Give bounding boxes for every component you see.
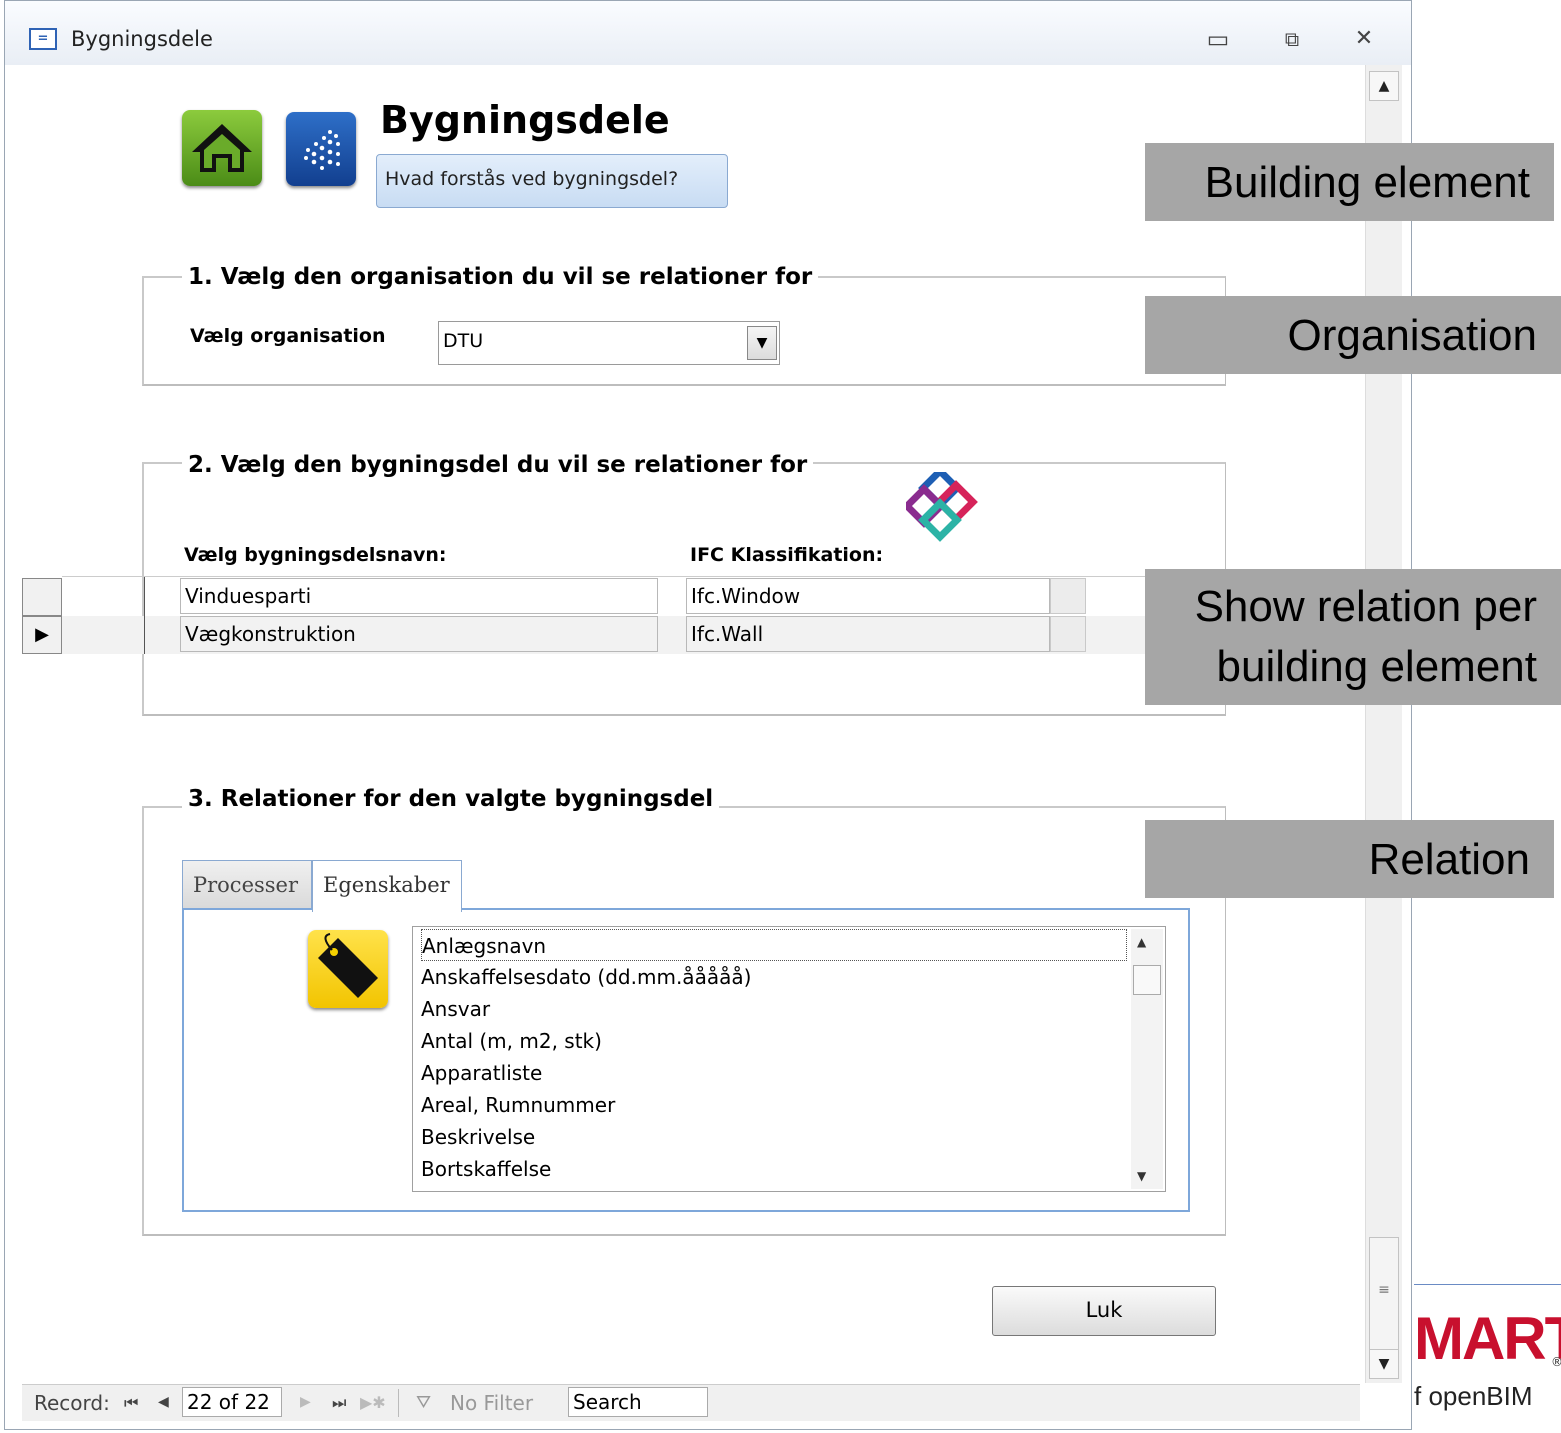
first-record-icon[interactable]: ⏮ <box>124 1393 138 1413</box>
price-tag-glyph-icon <box>318 933 378 998</box>
organisation-combobox[interactable]: DTU ▼ <box>438 321 780 365</box>
tab-egenskaber[interactable]: Egenskaber <box>312 860 462 912</box>
listbox-scrollbar[interactable]: ▲ ▼ <box>1131 929 1163 1189</box>
window-title: Bygningsdele <box>71 27 213 51</box>
row-action-button[interactable] <box>1050 578 1086 614</box>
logo-wordmark: MART <box>1414 1305 1561 1372</box>
building-element-name-header: Vælg bygningsdelsnavn: <box>184 544 447 566</box>
ifc-logo-glyph-icon <box>902 466 978 542</box>
house-glyph-icon <box>192 124 252 172</box>
logo-tagline: f openBIM <box>1414 1381 1533 1411</box>
dot-grid-glyph-icon <box>304 130 340 170</box>
annotation-show-relation-line2: building element <box>1216 642 1537 691</box>
tag-icon <box>308 930 388 1008</box>
close-form-button[interactable]: Luk <box>992 1286 1216 1336</box>
row-selector[interactable] <box>22 578 62 616</box>
list-scroll-up-icon[interactable]: ▲ <box>1137 935 1146 949</box>
search-input[interactable]: Search <box>568 1387 708 1417</box>
home-icon[interactable] <box>182 110 262 186</box>
organisation-value: DTU <box>443 330 484 352</box>
scroll-up-arrow-icon[interactable]: ▲ <box>1369 71 1399 101</box>
record-navigation-bar: Record: ⏮ ◀ 22 of 22 ▶ ⏭ ▶✱ ⛛ No Filter … <box>22 1384 1360 1421</box>
section3-legend: 3. Relationer for den valgte bygningsdel <box>182 786 720 812</box>
list-item[interactable]: Anskaffelsesdato (dd.mm.ååååå) <box>421 961 751 993</box>
new-record-icon[interactable]: ▶✱ <box>360 1393 386 1412</box>
scroll-thumb[interactable]: ≡ <box>1369 1237 1399 1357</box>
title-bar[interactable]: = Bygningsdele ▭ ⧉ ✕ <box>5 1 1411 65</box>
record-label: Record: <box>34 1391 110 1415</box>
ifc-classification-cell[interactable]: Ifc.Window <box>686 578 1050 614</box>
list-scroll-down-icon[interactable]: ▼ <box>1137 1169 1146 1183</box>
section2-legend: 2. Vælg den bygningsdel du vil se relati… <box>182 452 814 478</box>
list-item[interactable]: Apparatliste <box>421 1057 542 1089</box>
building-element-name-cell[interactable]: Vægkonstruktion <box>180 616 658 652</box>
list-item[interactable]: Beskrivelse <box>421 1121 535 1153</box>
previous-record-icon[interactable]: ◀ <box>158 1394 169 1410</box>
restore-button[interactable]: ⧉ <box>1267 21 1317 57</box>
list-item-selected[interactable]: Anlægsnavn <box>421 929 1127 961</box>
annotation-organisation: Organisation <box>1145 296 1561 374</box>
ifc-classification-cell[interactable]: Ifc.Wall <box>686 616 1050 652</box>
no-filter-button[interactable]: No Filter <box>450 1391 533 1415</box>
building-element-name-cell[interactable]: Vinduesparti <box>180 578 658 614</box>
annotation-show-relation-line1: Show relation per <box>1194 582 1537 631</box>
filter-icon[interactable]: ⛛ <box>416 1392 431 1413</box>
buildingsmart-logo: MART ® f openBIM <box>1414 1284 1561 1433</box>
row-separator <box>62 576 1145 577</box>
section1-legend: 1. Vælg den organisation du vil se relat… <box>182 264 819 290</box>
row-action-button[interactable] <box>1050 616 1086 652</box>
tab-processer[interactable]: Processer <box>182 860 312 910</box>
nav-divider <box>398 1389 399 1417</box>
row-divider <box>144 576 145 654</box>
ifc-logo-icon <box>902 466 978 542</box>
list-item[interactable]: Areal, Rumnummer <box>421 1089 615 1121</box>
database-dots-icon[interactable] <box>286 112 356 186</box>
logo-registered-mark: ® <box>1551 1355 1561 1369</box>
last-record-icon[interactable]: ⏭ <box>332 1393 346 1413</box>
vertical-scrollbar[interactable]: ▲ ≡ ▼ <box>1365 65 1402 1383</box>
properties-listbox[interactable]: Anlægsnavn Anskaffelsesdato (dd.mm.ååååå… <box>412 926 1166 1192</box>
annotation-show-relation: Show relation per building element <box>1145 569 1561 705</box>
minimize-button[interactable]: ▭ <box>1193 21 1243 57</box>
close-window-button[interactable]: ✕ <box>1339 21 1389 57</box>
organisation-label: Vælg organisation <box>190 325 386 347</box>
list-scroll-thumb[interactable] <box>1133 965 1161 995</box>
dropdown-arrow-icon[interactable]: ▼ <box>747 326 777 360</box>
form-icon: = <box>29 28 57 50</box>
current-row-selector-arrow-icon[interactable]: ▶ <box>22 616 62 654</box>
list-item[interactable]: Bortskaffelse <box>421 1153 551 1185</box>
scroll-down-arrow-icon[interactable]: ▼ <box>1369 1349 1399 1379</box>
next-record-icon[interactable]: ▶ <box>300 1394 311 1410</box>
annotation-building-element: Building element <box>1145 143 1554 221</box>
ifc-classification-header: IFC Klassifikation: <box>690 544 884 566</box>
list-item[interactable]: Antal (m, m2, stk) <box>421 1025 602 1057</box>
annotation-relation: Relation <box>1145 820 1554 898</box>
form-heading: Bygningsdele <box>380 98 670 142</box>
current-record-field[interactable]: 22 of 22 <box>182 1387 282 1417</box>
help-definition-button[interactable]: Hvad forstås ved bygningsdel? <box>376 154 728 208</box>
list-item[interactable]: Ansvar <box>421 993 490 1025</box>
